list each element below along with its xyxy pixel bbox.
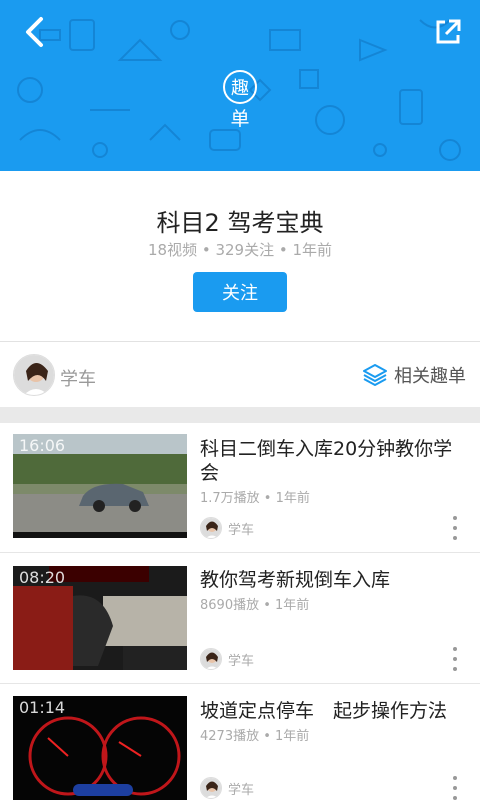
playlist-info: 科目2 驾考宝典 18视频 • 329关注 • 1年前 关注 (0, 171, 480, 342)
playlist-title: 科目2 驾考宝典 (156, 209, 324, 237)
video-thumbnail[interactable]: 08:20 (13, 566, 187, 670)
author-row: 学车 相关趣单 (0, 343, 480, 407)
video-author-name: 学车 (228, 653, 255, 669)
video-title: 科目二倒车入库20分钟教你学会 (200, 438, 453, 484)
video-meta: 8690播放 • 1年前 (200, 598, 310, 613)
external-share-icon (436, 19, 461, 44)
more-options-button[interactable] (450, 776, 460, 800)
video-list-item[interactable]: 16:06 科目二倒车入库20分钟教你学会 1.7万播放 • 1年前 学车 (0, 423, 480, 553)
avatar-image (14, 355, 54, 395)
video-duration: 01:14 (19, 698, 66, 717)
related-playlists-label: 相关趣单 (394, 366, 466, 387)
video-author[interactable]: 学车 (200, 517, 254, 539)
avatar[interactable] (13, 354, 55, 396)
video-author[interactable]: 学车 (200, 777, 254, 799)
video-title: 教你驾考新规倒车入库 (200, 569, 391, 591)
author-name[interactable]: 学车 (60, 365, 96, 391)
video-thumbnail[interactable]: 01:14 (13, 696, 187, 800)
video-author[interactable]: 学车 (200, 648, 254, 670)
back-button[interactable] (14, 12, 54, 52)
more-options-button[interactable] (450, 516, 460, 540)
video-list-item[interactable]: 08:20 教你驾考新规倒车入库 8690播放 • 1年前 学车 (0, 554, 480, 684)
video-meta: 4273播放 • 1年前 (200, 729, 310, 744)
section-divider (0, 407, 480, 423)
video-duration: 16:06 (19, 436, 66, 455)
video-meta: 1.7万播放 • 1年前 (200, 491, 310, 506)
video-title: 坡道定点停车 起步操作方法 (200, 700, 448, 722)
video-author-name: 学车 (228, 522, 255, 538)
more-options-button[interactable] (450, 647, 460, 671)
avatar (200, 517, 222, 539)
follow-button[interactable]: 关注 (193, 272, 287, 312)
playlist-header: 趣 单 (0, 0, 480, 171)
avatar (200, 777, 222, 799)
playlist-badge-subtitle: 单 (230, 108, 250, 130)
playlist-badge: 趣 (223, 70, 257, 104)
avatar (200, 648, 222, 670)
video-duration: 08:20 (19, 568, 66, 587)
share-button[interactable] (428, 12, 468, 52)
playlist-stats: 18视频 • 329关注 • 1年前 (147, 241, 333, 259)
video-thumbnail[interactable]: 16:06 (13, 434, 187, 538)
related-playlists-button[interactable]: 相关趣单 (362, 361, 466, 389)
video-author-name: 学车 (228, 782, 255, 798)
chevron-left-icon (26, 17, 43, 47)
video-list-item[interactable]: 01:14 坡道定点停车 起步操作方法 4273播放 • 1年前 学车 (0, 685, 480, 800)
layers-icon (363, 364, 387, 386)
